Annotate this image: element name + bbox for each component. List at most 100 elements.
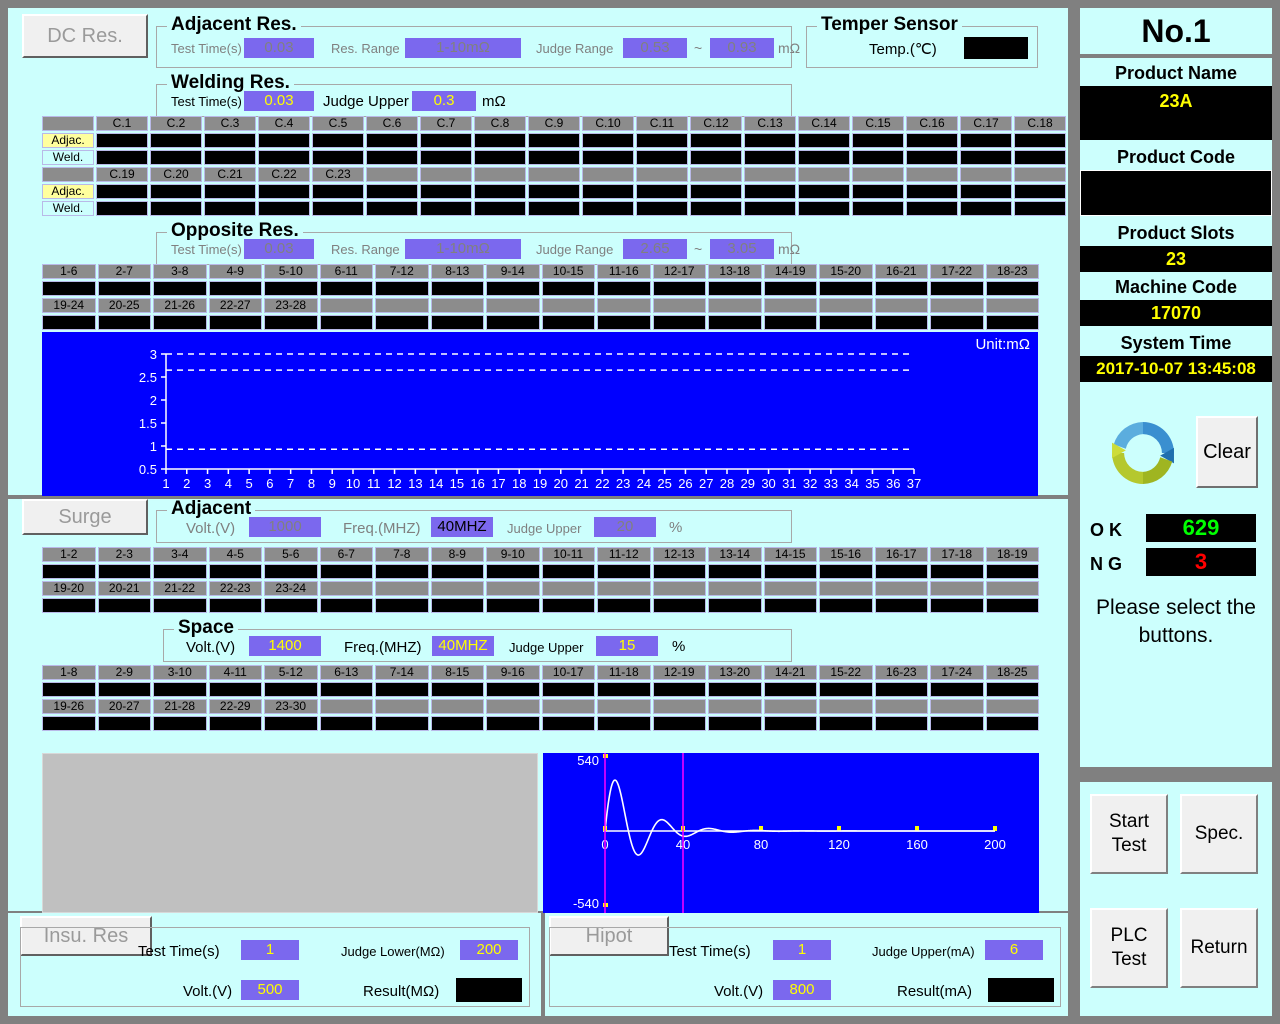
table-header-cell: C.22 (258, 167, 310, 182)
table-header-cell: 22-29 (208, 699, 262, 714)
svg-text:3: 3 (204, 476, 211, 491)
table-data-cell (97, 682, 151, 697)
table-header-cell: 11-12 (597, 547, 651, 562)
spec-button[interactable]: Spec. (1180, 794, 1258, 874)
table-header-cell: 8-13 (430, 264, 484, 279)
insu-judge-lower-input[interactable]: 200 (460, 940, 518, 960)
adj-res-range-select[interactable]: 1-10mΩ (405, 38, 521, 58)
table-header-cell (375, 298, 429, 313)
table-header-cell (528, 167, 580, 182)
table-data-cell (430, 682, 484, 697)
insu-volt-input[interactable]: 500 (241, 980, 299, 1000)
table-data-cell (541, 716, 595, 731)
hipot-judge-upper-input[interactable]: 6 (985, 940, 1043, 960)
table-data-cell (819, 281, 873, 296)
table-data-cell (204, 133, 256, 148)
table-data-cell (42, 682, 96, 697)
table-header-cell (486, 699, 540, 714)
svg-text:14: 14 (429, 476, 443, 491)
table-header-cell: 13-14 (708, 547, 762, 562)
table-data-cell (1014, 133, 1066, 148)
table-data-cell (312, 150, 364, 165)
table-data-cell (204, 201, 256, 216)
table-header-cell: 17-18 (930, 547, 984, 562)
start-test-button[interactable]: Start Test (1090, 794, 1168, 874)
table-data-cell (528, 201, 580, 216)
svg-text:23: 23 (616, 476, 630, 491)
adj-judge-high-input[interactable]: 0.93 (710, 38, 774, 58)
svg-text:7: 7 (287, 476, 294, 491)
surge-waveform-chart: 04080120160200540-540 (543, 753, 1039, 913)
table-row (42, 682, 1039, 697)
table-data-cell (930, 598, 984, 613)
table-header-cell (420, 167, 472, 182)
table-data-cell (258, 201, 310, 216)
table-data-cell (652, 564, 706, 579)
table-data-cell (1014, 201, 1066, 216)
return-button[interactable]: Return (1180, 908, 1258, 988)
clear-button[interactable]: Clear (1196, 416, 1258, 488)
refresh-icon[interactable] (1100, 410, 1186, 496)
table-header-cell: 4-11 (208, 665, 262, 680)
table-header-cell: C.5 (312, 116, 364, 131)
svg-text:22: 22 (595, 476, 609, 491)
return-button-label: Return (1190, 937, 1248, 958)
table-data-cell (985, 716, 1039, 731)
svg-text:19: 19 (533, 476, 547, 491)
surge-space-volt-input[interactable]: 1400 (249, 636, 321, 656)
table-header-cell: 5-12 (264, 665, 318, 680)
hipot-result-label: Result(mA) (897, 983, 973, 1000)
insu-result-display (456, 978, 522, 1002)
table-header-cell: 22-27 (208, 298, 262, 313)
weld-judge-upper-input[interactable]: 0.3 (412, 91, 476, 111)
insu-test-time-input[interactable]: 1 (241, 940, 299, 960)
table-data-cell (636, 201, 688, 216)
table-row: Adjac. (42, 133, 1066, 148)
table-header-cell: 20-25 (97, 298, 151, 313)
opp-judge-low-input[interactable]: 2.65 (623, 239, 687, 259)
table-data-cell (798, 150, 850, 165)
table-header-cell: 9-10 (486, 547, 540, 562)
surge-chart-svg: 04080120160200540-540 (573, 753, 1006, 913)
table-header-cell (985, 699, 1039, 714)
temp-label: Temp.(℃) (869, 41, 937, 58)
adj-judge-low-input[interactable]: 0.53 (623, 38, 687, 58)
table-data-cell (763, 315, 817, 330)
table-data-cell (874, 682, 928, 697)
tab-dc-res[interactable]: DC Res. (22, 14, 148, 58)
table-data-cell: Adjac. (42, 184, 94, 199)
table-data-cell (150, 133, 202, 148)
adj-test-time-label: Test Time(s) (171, 41, 242, 56)
start-test-button-label: Start Test (1108, 811, 1150, 856)
weld-test-time-input[interactable]: 0.03 (244, 91, 314, 111)
table-header-cell: 14-19 (763, 264, 817, 279)
table-data-cell (874, 598, 928, 613)
surge-adj-freq-select[interactable]: 40MHZ (431, 517, 493, 537)
resistance-chart: Unit:mΩ 0.5 1 1.5 2 2.5 3 1 2 3 4 5 6 7 8 9 10 11 12 13 14 1… (42, 332, 1038, 496)
table-data-cell (763, 598, 817, 613)
table-data-cell (97, 315, 151, 330)
tab-surge[interactable]: Surge (22, 499, 148, 535)
table-data-cell (541, 564, 595, 579)
table-data-cell (208, 564, 262, 579)
plc-test-button[interactable]: PLC Test (1090, 908, 1168, 988)
svg-text:18: 18 (512, 476, 526, 491)
surge-adj-volt-input[interactable]: 1000 (249, 517, 321, 537)
adj-test-time-input[interactable]: 0.03 (244, 38, 314, 58)
surge-space-freq-select[interactable]: 40MHZ (432, 636, 494, 656)
opp-judge-high-input[interactable]: 3.05 (710, 239, 774, 259)
svg-text:36: 36 (886, 476, 900, 491)
table-data-cell (819, 315, 873, 330)
hipot-test-time-input[interactable]: 1 (773, 940, 831, 960)
table-header-cell: C.8 (474, 116, 526, 131)
surge-space-judge-input[interactable]: 15 (596, 636, 658, 656)
surge-adj-judge-input[interactable]: 20 (594, 517, 656, 537)
hipot-volt-input[interactable]: 800 (773, 980, 831, 1000)
table-data-cell (312, 133, 364, 148)
svg-text:2.5: 2.5 (139, 370, 157, 385)
opp-test-time-input[interactable]: 0.03 (244, 239, 314, 259)
table-row: C.1 C.2 C.3 C.4 C.5 C.6 C.7 C.8 C.9 C.10 C.11 C.12 C… (42, 116, 1066, 131)
svg-text:28: 28 (720, 476, 734, 491)
opp-res-range-select[interactable]: 1-10mΩ (405, 239, 521, 259)
surge-adjacent-table: 1-2 2-3 3-4 4-5 5-6 6-7 7-8 8-9 9-10 10-11 11-12 12… (42, 547, 1039, 613)
